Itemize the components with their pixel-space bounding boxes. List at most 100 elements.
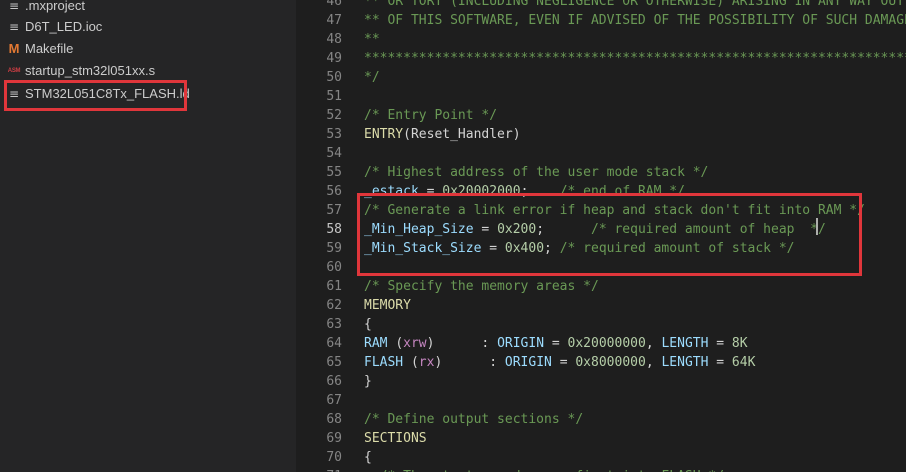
- code-text: ****************************************…: [364, 49, 906, 68]
- asm-file-icon: ASM: [7, 68, 21, 74]
- code-line[interactable]: 46 ** OR TORT (INCLUDING NEGLIGENCE OR OT…: [296, 0, 906, 11]
- code-token: {: [364, 450, 372, 465]
- code-text: SECTIONS: [364, 429, 427, 448]
- code-token: ) :: [434, 355, 505, 370]
- line-number: 51: [326, 89, 342, 104]
- code-text: FLASH (rx) : ORIGIN = 0x8000000, LENGTH …: [364, 353, 755, 372]
- line-number: 64: [326, 336, 342, 351]
- file-label: startup_stm32l051xx.s: [25, 63, 156, 78]
- code-token: 64K: [731, 355, 756, 370]
- code-token: xrw: [403, 336, 427, 351]
- code-token: (Reset_Handler): [403, 127, 521, 142]
- code-line[interactable]: 49 **************************************…: [296, 49, 906, 68]
- code-line[interactable]: 54: [296, 144, 906, 163]
- code-token: 0x8000000: [575, 355, 646, 370]
- code-token: {: [364, 317, 372, 332]
- code-token: (: [410, 355, 419, 370]
- code-token: LENGTH: [661, 355, 709, 370]
- code-text: ** OR TORT (INCLUDING NEGLIGENCE OR OTHE…: [364, 0, 906, 11]
- code-line[interactable]: 66}: [296, 372, 906, 391]
- code-text: /* Entry Point */: [364, 106, 497, 125]
- line-number: 57: [326, 203, 342, 218]
- code-line[interactable]: 55 /* Highest address of the user mode st…: [296, 163, 906, 182]
- code-token: =: [551, 355, 576, 370]
- code-text: MEMORY: [364, 296, 411, 315]
- code-text: {: [364, 448, 372, 467]
- file-explorer: ≡ .mxproject ≡ D6T_LED.ioc M Makefile AS…: [0, 0, 296, 472]
- code-line[interactable]: 61 /* Specify the memory areas */: [296, 277, 906, 296]
- lines-file-icon: ≡: [8, 20, 20, 34]
- code-token: ) :: [426, 336, 498, 351]
- code-token: FLASH: [364, 355, 411, 370]
- line-number: 48: [326, 32, 342, 47]
- code-token: SECTIONS: [364, 431, 427, 446]
- code-line[interactable]: 52 /* Entry Point */: [296, 106, 906, 125]
- line-number: 47: [326, 13, 342, 28]
- code-line[interactable]: 63 {: [296, 315, 906, 334]
- code-line[interactable]: 69 SECTIONS: [296, 429, 906, 448]
- code-token: =: [708, 355, 732, 370]
- code-token: ****************************************…: [364, 51, 906, 66]
- code-text: ** OF THIS SOFTWARE, EVEN IF ADVISED OF …: [364, 11, 906, 30]
- code-line[interactable]: 68 /* Define output sections */: [296, 410, 906, 429]
- line-number: 56: [326, 184, 342, 199]
- code-text: */: [364, 68, 380, 87]
- code-line[interactable]: 47 ** OF THIS SOFTWARE, EVEN IF ADVISED O…: [296, 11, 906, 30]
- line-number: 46: [326, 0, 342, 9]
- code-line[interactable]: 67: [296, 391, 906, 410]
- code-token: =: [708, 336, 732, 351]
- code-text: RAM (xrw) : ORIGIN = 0x20000000, LENGTH …: [364, 334, 748, 353]
- code-token: ORIGIN: [504, 355, 552, 370]
- line-number: 70: [326, 450, 342, 465]
- code-line[interactable]: 50 */: [296, 68, 906, 87]
- code-token: ,: [645, 355, 662, 370]
- code-token: /* Define output sections */: [364, 412, 584, 427]
- code-token: MEMORY: [364, 298, 411, 313]
- line-number: 62: [326, 298, 342, 313]
- file-item-mxproject[interactable]: ≡ .mxproject: [0, 0, 296, 17]
- code-editor[interactable]: 46 ** OR TORT (INCLUDING NEGLIGENCE OR OT…: [296, 0, 906, 472]
- line-number: 53: [326, 127, 342, 142]
- code-line[interactable]: 62 MEMORY: [296, 296, 906, 315]
- code-line[interactable]: 51: [296, 87, 906, 106]
- code-token: =: [544, 336, 568, 351]
- file-label: .mxproject: [25, 0, 85, 13]
- line-number: 61: [326, 279, 342, 294]
- line-number: 55: [326, 165, 342, 180]
- file-item-makefile[interactable]: M Makefile: [0, 38, 296, 60]
- code-token: ** OR TORT (INCLUDING NEGLIGENCE OR OTHE…: [364, 0, 905, 9]
- line-number: 49: [326, 51, 342, 66]
- code-text: /* The startup code goes first into FLAS…: [364, 467, 724, 472]
- code-line[interactable]: 70 {: [296, 448, 906, 467]
- code-token: LENGTH: [661, 336, 709, 351]
- code-line[interactable]: 48 **: [296, 30, 906, 49]
- code-line[interactable]: 53 ENTRY(Reset_Handler): [296, 125, 906, 144]
- code-token: */: [364, 70, 380, 85]
- line-number: 67: [326, 393, 342, 408]
- file-label: D6T_LED.ioc: [25, 19, 103, 34]
- lines-file-icon: ≡: [8, 0, 20, 13]
- code-text: **: [364, 30, 380, 49]
- code-line[interactable]: 71 /* The startup code goes first into F…: [296, 467, 906, 472]
- code-line[interactable]: 65 FLASH (rx) : ORIGIN = 0x8000000, LENGT…: [296, 353, 906, 372]
- code-token: 0x20000000: [567, 336, 646, 351]
- line-number: 50: [326, 70, 342, 85]
- code-token: ENTRY: [364, 127, 404, 142]
- line-number: 58: [326, 222, 342, 237]
- code-line[interactable]: 64 RAM (xrw) : ORIGIN = 0x20000000, LENGT…: [296, 334, 906, 353]
- code-text: /* Highest address of the user mode stac…: [364, 163, 708, 182]
- line-number: 52: [326, 108, 342, 123]
- code-token: ,: [645, 336, 662, 351]
- file-item-ioc[interactable]: ≡ D6T_LED.ioc: [0, 16, 296, 38]
- file-item-startup[interactable]: ASM startup_stm32l051xx.s: [0, 60, 296, 82]
- code-text: ENTRY(Reset_Handler): [364, 125, 521, 144]
- code-token: (: [395, 336, 404, 351]
- code-token: ORIGIN: [497, 336, 545, 351]
- code-token: rx: [418, 355, 435, 370]
- code-token: }: [364, 374, 372, 389]
- line-number: 68: [326, 412, 342, 427]
- code-token: **: [364, 32, 380, 47]
- code-token: /* Specify the memory areas */: [364, 279, 599, 294]
- code-token: /* Highest address of the user mode stac…: [364, 165, 709, 180]
- code-highlight-box: [357, 193, 862, 276]
